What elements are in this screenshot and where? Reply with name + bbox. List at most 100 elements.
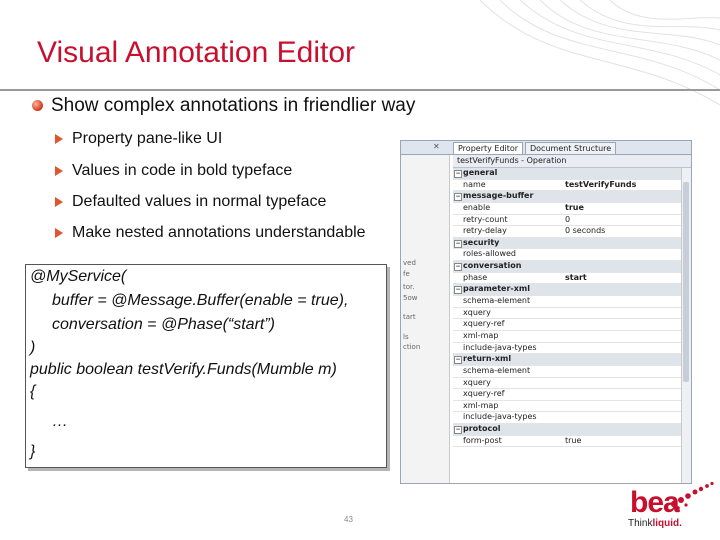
property-grid: − general name testVerifyFunds − message-buff… [453,168,681,448]
property-key: enable [463,202,491,212]
collapse-toggle-icon[interactable]: − [454,193,462,202]
tagline-liquid: liquid. [652,518,682,529]
code-line: { [30,383,36,400]
property-key: xquery-ref [463,319,505,329]
main-bullet-text: Show complex annotations in friendlier w… [51,95,416,116]
property-key: schema-element [463,365,531,375]
property-key: phase [463,272,488,282]
source-pane-fragment: ved fe tor. 5ow tart ls ction [401,155,450,483]
property-key: retry-count [463,214,508,224]
source-fragment: tart [403,313,416,321]
title-divider [0,89,720,91]
property-category-row[interactable]: − parameter-xml [453,284,681,297]
property-key: xml-map [463,330,499,340]
logo-tagline: Thinkliquid. [628,518,682,529]
source-fragment: fe [403,270,410,278]
property-key: xquery-ref [463,389,505,399]
property-category-row[interactable]: − general [453,168,681,180]
slide-title: Visual Annotation Editor [37,36,356,69]
scrollbar-thumb[interactable] [683,182,689,382]
property-category-row[interactable]: − conversation [453,261,681,273]
property-value[interactable]: testVerifyFunds [565,180,636,190]
code-line: @MyService( [30,268,127,285]
sub-bullet-text: Values in code in bold typeface [72,162,293,179]
property-row[interactable]: enable true [453,203,681,215]
vertical-scrollbar[interactable] [681,168,691,483]
property-value[interactable]: true [565,436,581,446]
property-row[interactable]: roles-allowed [453,249,681,262]
tab-property-editor[interactable]: Property Editor [453,142,524,154]
property-key: xquery [463,377,491,387]
code-line: ) [30,339,36,356]
source-fragment: ction [403,343,421,351]
property-value[interactable]: true [565,203,584,213]
bullet-arrow-icon [55,134,63,144]
collapse-toggle-icon[interactable]: − [454,356,462,365]
property-category-row[interactable]: − protocol [453,424,681,436]
property-row[interactable]: phase start [453,273,681,285]
property-value[interactable]: 0 seconds [565,226,605,236]
property-key: include-java-types [463,342,537,352]
property-key: include-java-types [463,412,537,422]
property-key: return-xml [463,354,512,364]
property-row[interactable]: xquery [453,378,681,390]
collapse-toggle-icon[interactable]: − [454,263,462,272]
bea-logo: bea Thinkliquid. [618,480,718,538]
property-row[interactable]: form-post true [453,436,681,448]
decorative-swirl [479,0,720,106]
property-key: retry-delay [463,226,507,236]
property-key: name [463,179,486,189]
property-key: xquery [463,307,491,317]
code-line: conversation = @Phase(“start”) [52,316,275,333]
bullet-arrow-icon [55,197,63,207]
property-key: xml-map [463,400,499,410]
property-row[interactable]: include-java-types [453,343,681,355]
bullet-arrow-icon [55,166,63,176]
code-sample: @MyService( buffer = @Message.Buffer(ena… [25,264,387,468]
property-row[interactable]: schema-element [453,366,681,378]
property-key: parameter-xml [463,284,530,294]
collapse-toggle-icon[interactable]: − [454,286,462,295]
property-category-row[interactable]: − return-xml [453,354,681,366]
property-key: form-post [463,435,502,445]
property-category-row[interactable]: − security [453,237,681,250]
property-row[interactable]: xquery [453,308,681,320]
editor-tab-strip: Property Editor Document Structure ✕ [401,141,691,155]
source-fragment: ved [403,259,416,267]
collapse-toggle-icon[interactable]: − [454,239,462,248]
property-value[interactable]: 0 [565,215,570,225]
collapse-toggle-icon[interactable]: − [454,426,462,435]
property-row[interactable]: retry-delay 0 seconds [453,226,681,238]
property-row[interactable]: retry-count 0 [453,215,681,227]
property-row[interactable]: xml-map [453,401,681,413]
property-key: security [463,237,500,247]
sub-bullet-text: Make nested annotations understandable [72,224,366,241]
source-fragment: tor. [403,283,415,291]
collapse-toggle-icon[interactable]: − [454,170,462,178]
close-icon[interactable]: ✕ [433,142,440,151]
property-key: general [463,168,498,177]
editor-header: testVerifyFunds - Operation [453,155,691,168]
bullet-arrow-icon [55,228,63,238]
code-line: public boolean testVerify.Funds(Mumble m… [30,361,337,378]
code-line: … [52,413,68,430]
property-key: protocol [463,424,501,434]
property-row[interactable]: schema-element [453,296,681,308]
property-value[interactable]: start [565,273,587,283]
logo-wordmark: bea [630,486,680,519]
property-row[interactable]: include-java-types [453,412,681,425]
property-key: conversation [463,261,522,271]
tagline-think: Think [628,518,653,529]
property-editor-screenshot: Property Editor Document Structure ✕ ved… [400,140,692,484]
page-number: 43 [344,515,353,524]
sub-bullet-text: Property pane-like UI [72,130,223,147]
property-category-row[interactable]: − message-buffer [453,191,681,203]
property-row[interactable]: xml-map [453,331,681,343]
bullet-dot-icon [32,100,43,111]
property-row[interactable]: name testVerifyFunds [453,180,681,192]
property-row[interactable]: xquery-ref [453,319,681,331]
tab-document-structure[interactable]: Document Structure [525,142,617,154]
source-fragment: ls [403,333,409,341]
property-key: message-buffer [463,191,534,201]
property-row[interactable]: xquery-ref [453,389,681,401]
